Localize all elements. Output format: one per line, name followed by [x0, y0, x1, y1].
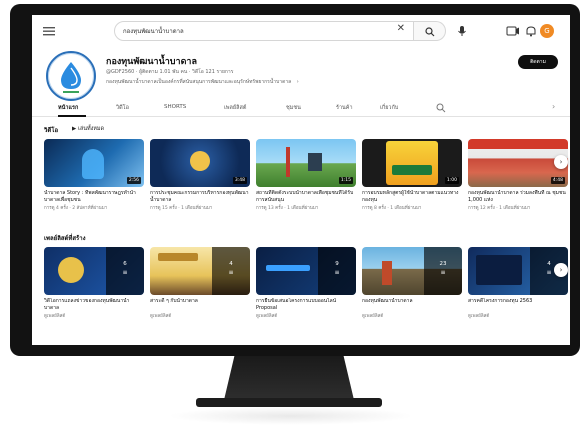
- playlist-count-overlay: 9 ≡: [318, 247, 356, 295]
- videos-next-arrow-icon[interactable]: ›: [554, 155, 568, 169]
- playlist-count: 4: [229, 261, 233, 267]
- video-meta: การดู 12 ครั้ง · 1 เดือนที่ผ่านมา: [468, 206, 531, 211]
- channel-tabs: หน้าแรก วิดีโอ SHORTS เพลย์ลิสต์ ชุมชน ร…: [32, 99, 570, 117]
- channel-description[interactable]: กองทุนพัฒนาน้ำบาดาลเป็นองค์กรที่สนับสนุน…: [106, 78, 299, 86]
- search-icon: [425, 27, 435, 37]
- video-card[interactable]: 1:15 สถานที่ติดตั้งระบบน้ำบาดาลเพื่อชุมช…: [256, 139, 356, 211]
- video-card[interactable]: 2:56 น้ำบาดาล Story : ที่พลพัฒนาราษฎรทำน…: [44, 139, 144, 211]
- playlist-count: 9: [335, 261, 339, 267]
- view-playlist-link[interactable]: ดูเพลย์ลิสต์: [468, 312, 568, 319]
- video-meta: การดู 13 ครั้ง · 1 เดือนที่ผ่านมา: [256, 206, 319, 211]
- description-more-icon[interactable]: ›: [297, 79, 299, 85]
- playlists-section-title: เพลย์ลิสต์ที่สร้าง: [44, 235, 86, 242]
- video-duration: 3:48: [232, 177, 247, 184]
- view-playlist-link[interactable]: ดูเพลย์ลิสต์: [150, 312, 250, 319]
- floor-reflection: [168, 407, 414, 425]
- play-all-button[interactable]: ▶ เล่นทั้งหมด: [72, 125, 104, 133]
- view-playlist-link[interactable]: ดูเพลย์ลิสต์: [362, 312, 462, 319]
- tab-playlists[interactable]: เพลย์ลิสต์: [224, 104, 246, 112]
- browser-screen: กองทุนพัฒนาน้ำบาดาล ✕ G กองทุนพัฒนาน้ำบา…: [32, 15, 570, 345]
- video-title[interactable]: การประชุมคณะกรรมการบริหารกองทุนพัฒนาน้ำบ…: [150, 190, 250, 203]
- tabs-scroll-right-icon[interactable]: ›: [552, 102, 555, 111]
- create-video-icon[interactable]: [506, 25, 520, 37]
- video-thumbnail[interactable]: 2:56: [44, 139, 144, 187]
- video-meta: การดู 4 ครั้ง · 2 สัปดาห์ที่ผ่านมา: [44, 206, 108, 211]
- playlist-title[interactable]: การยื่นข้อเสนอโครงการแบบออนไลน์ Proposal: [256, 298, 356, 311]
- microphone-icon[interactable]: [454, 23, 470, 39]
- video-title[interactable]: สถานที่ติดตั้งระบบน้ำบาดาลเพื่อชุมชนที่ไ…: [256, 190, 356, 203]
- playlist-card[interactable]: 9 ≡ การยื่นข้อเสนอโครงการแบบออนไลน์ Prop…: [256, 247, 356, 319]
- channel-logo: [46, 51, 96, 101]
- channel-meta: @GDF2560 · ผู้ติดตาม 1.01 พัน คน · วิดีโ…: [106, 69, 234, 75]
- playlist-card[interactable]: 4 ≡ สาระดี ๆ กับน้ำบาดาล ดูเพลย์ลิสต์: [150, 247, 250, 319]
- search-button[interactable]: [414, 21, 446, 41]
- tab-community[interactable]: ชุมชน: [286, 104, 301, 112]
- playlist-icon: ≡: [334, 269, 340, 276]
- active-tab-indicator: [58, 115, 86, 117]
- playlist-thumbnail[interactable]: 9 ≡: [256, 247, 356, 295]
- monitor-stand-neck: [224, 356, 354, 400]
- video-card[interactable]: 3:48 การประชุมคณะกรรมการบริหารกองทุนพัฒน…: [150, 139, 250, 211]
- account-avatar[interactable]: G: [540, 24, 554, 38]
- playlist-thumbnail[interactable]: 6 ≡: [44, 247, 144, 295]
- video-thumbnail[interactable]: 1:00: [362, 139, 462, 187]
- playlist-icon: ≡: [122, 269, 128, 276]
- playlist-title[interactable]: วิดีโอการแถลงข่าวของกองทุนพัฒนาน้ำบาดาล: [44, 298, 144, 311]
- top-bar: กองทุนพัฒนาน้ำบาดาล ✕ G: [32, 15, 570, 49]
- playlists-next-arrow-icon[interactable]: ›: [554, 263, 568, 277]
- video-meta: การดู 15 ครั้ง · 1 เดือนที่ผ่านมา: [150, 206, 213, 211]
- video-title[interactable]: การอบรมหลักสูตรผู้ใช้น้ำบาดาลตามแนวทางกอ…: [362, 190, 462, 203]
- playlist-card[interactable]: 23 ≡ กองทุนพัฒนาน้ำบาดาล ดูเพลย์ลิสต์: [362, 247, 462, 319]
- playlist-title[interactable]: กองทุนพัฒนาน้ำบาดาล: [362, 298, 462, 311]
- playlist-count-overlay: 23 ≡: [424, 247, 462, 295]
- video-duration: 1:15: [338, 177, 353, 184]
- video-title[interactable]: กองทุนพัฒนาน้ำบาดาล ร่วมลงพื้นที่ ณ ชุมช…: [468, 190, 568, 203]
- tab-shorts[interactable]: SHORTS: [164, 104, 186, 110]
- water-drop-logo-icon: [61, 62, 81, 93]
- playlist-card[interactable]: 6 ≡ วิดีโอการแถลงข่าวของกองทุนพัฒนาน้ำบา…: [44, 247, 144, 319]
- channel-title: กองทุนพัฒนาน้ำบาดาล: [106, 57, 197, 67]
- playlist-count: 23: [439, 261, 447, 267]
- playlist-icon: ≡: [228, 269, 234, 276]
- monitor-stand-base: [196, 398, 382, 407]
- video-meta: การดู 8 ครั้ง · 1 เดือนที่ผ่านมา: [362, 206, 422, 211]
- video-card[interactable]: 1:00 การอบรมหลักสูตรผู้ใช้น้ำบาดาลตามแนว…: [362, 139, 462, 211]
- video-card[interactable]: 4:48 กองทุนพัฒนาน้ำบาดาล ร่วมลงพื้นที่ ณ…: [468, 139, 568, 211]
- playlist-count-overlay: 4 ≡: [212, 247, 250, 295]
- video-duration: 4:48: [550, 177, 565, 184]
- playlist-count: 6: [123, 261, 127, 267]
- playlist-thumbnail[interactable]: 4 ≡: [468, 247, 568, 295]
- tab-store[interactable]: ร้านค้า: [336, 104, 353, 112]
- videos-section-title: วิดีโอ: [44, 127, 59, 134]
- playlist-thumbnail[interactable]: 23 ≡: [362, 247, 462, 295]
- playlist-title[interactable]: สาระดี ๆ กับน้ำบาดาล: [150, 298, 250, 311]
- playlist-title[interactable]: สารคดีโครงการกองทุน 2563: [468, 298, 568, 311]
- search-query: กองทุนพัฒนาน้ำบาดาล: [123, 28, 184, 35]
- tab-about[interactable]: เกี่ยวกับ: [380, 104, 398, 112]
- subscribe-button[interactable]: ติดตาม: [518, 55, 558, 69]
- menu-icon[interactable]: [42, 26, 56, 36]
- video-duration: 2:56: [126, 177, 141, 184]
- view-playlist-link[interactable]: ดูเพลย์ลิสต์: [44, 312, 144, 319]
- channel-search-icon[interactable]: [436, 103, 446, 113]
- video-title[interactable]: น้ำบาดาล Story : ที่พลพัฒนาราษฎรทำน้ำบาด…: [44, 190, 144, 203]
- playlist-thumbnail[interactable]: 4 ≡: [150, 247, 250, 295]
- view-playlist-link[interactable]: ดูเพลย์ลิสต์: [256, 312, 356, 319]
- channel-description-text: กองทุนพัฒนาน้ำบาดาลเป็นองค์กรที่สนับสนุน…: [106, 79, 292, 85]
- search-input[interactable]: กองทุนพัฒนาน้ำบาดาล ✕: [114, 21, 414, 41]
- tab-home[interactable]: หน้าแรก: [58, 104, 78, 112]
- notification-bell-icon[interactable]: [524, 25, 538, 37]
- playlist-card[interactable]: 4 ≡ สารคดีโครงการกองทุน 2563 ดูเพลย์ลิสต…: [468, 247, 568, 319]
- video-thumbnail[interactable]: 4:48: [468, 139, 568, 187]
- tab-videos[interactable]: วิดีโอ: [116, 104, 129, 112]
- playlist-icon: ≡: [440, 269, 446, 276]
- monitor-frame: กองทุนพัฒนาน้ำบาดาล ✕ G กองทุนพัฒนาน้ำบา…: [10, 4, 580, 356]
- video-thumbnail[interactable]: 3:48: [150, 139, 250, 187]
- clear-search-icon[interactable]: ✕: [397, 24, 405, 34]
- video-duration: 1:00: [444, 177, 459, 184]
- video-thumbnail[interactable]: 1:15: [256, 139, 356, 187]
- playlist-count-overlay: 6 ≡: [106, 247, 144, 295]
